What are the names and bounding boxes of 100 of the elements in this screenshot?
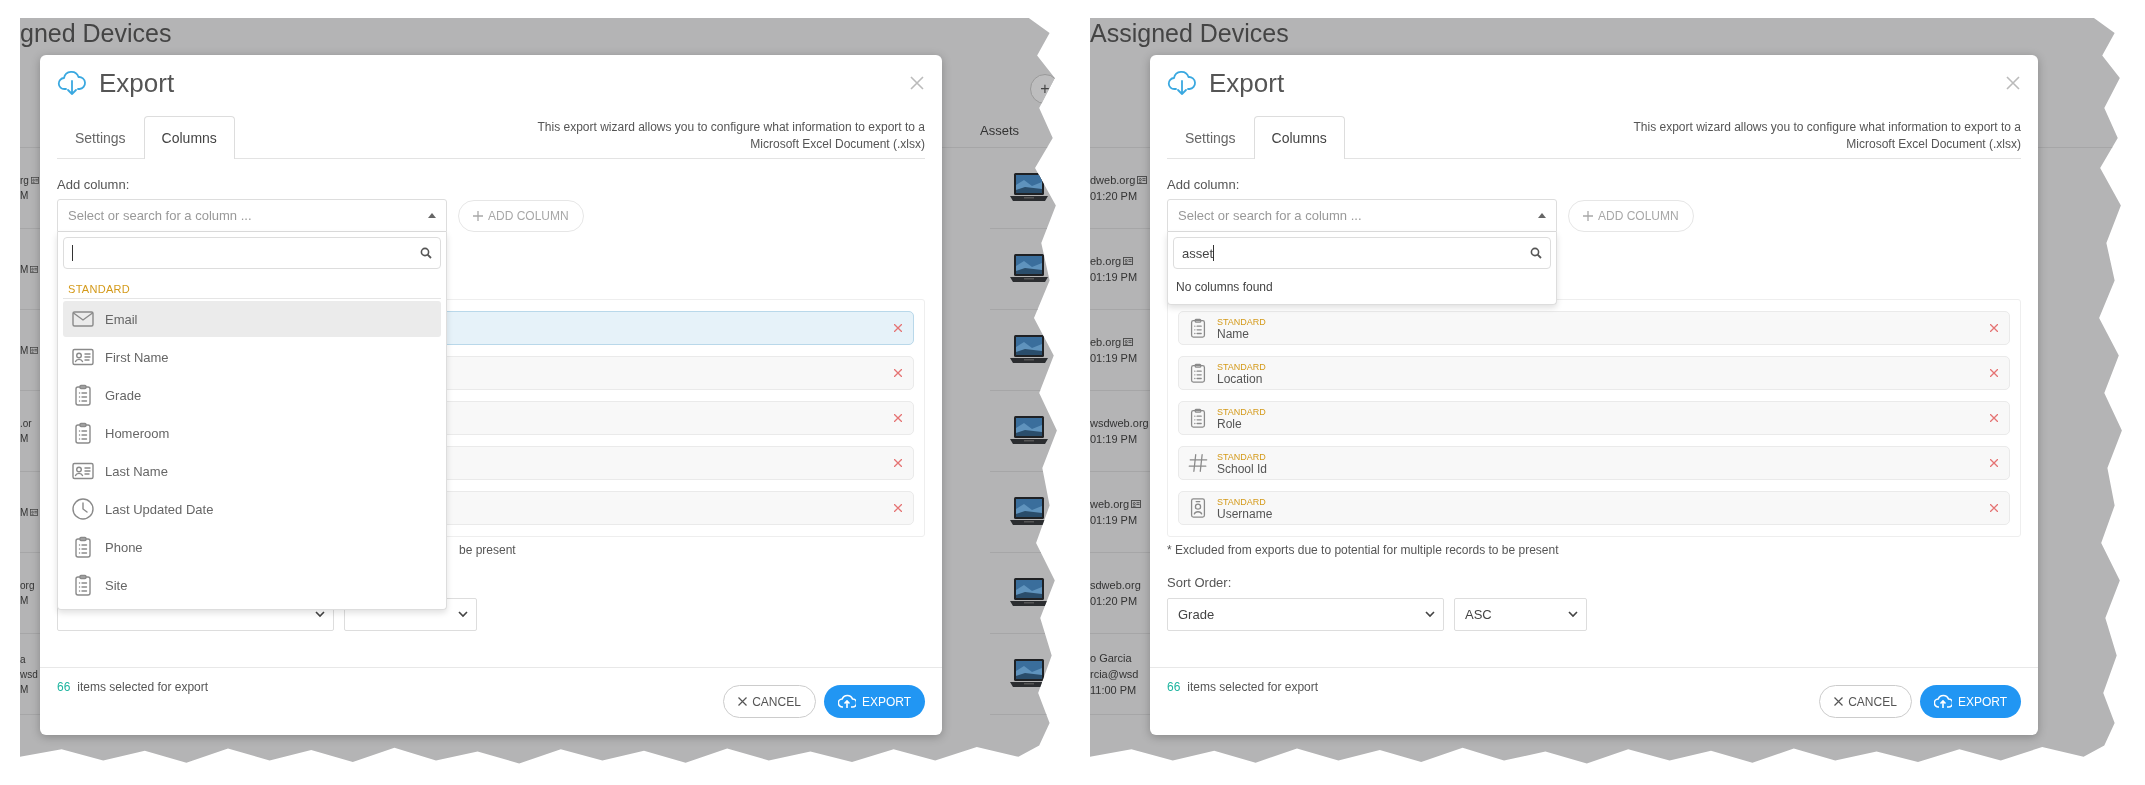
column-name: Name	[1217, 328, 1250, 340]
caret-icon	[428, 213, 436, 218]
dropdown-option[interactable]: Phone	[63, 529, 441, 565]
sort-direction-select[interactable]: ASC	[1454, 598, 1587, 631]
field-label: Add column:	[57, 177, 131, 192]
close-icon	[738, 697, 748, 706]
table-text: 01:20 PM	[1090, 190, 1138, 202]
hash-icon	[1187, 452, 1209, 474]
column-item[interactable]: STANDARD Role	[1178, 401, 2010, 435]
caret-icon	[1538, 213, 1546, 218]
dropdown-option[interactable]: Last Name	[63, 453, 441, 489]
close-icon	[894, 459, 902, 467]
table-text: web.org	[1090, 498, 1130, 510]
dropdown-option[interactable]: Site	[63, 567, 441, 603]
group-label: STANDARD	[63, 274, 441, 299]
close-icon[interactable]	[2005, 75, 2021, 91]
table-text: 01:19 PM	[1090, 352, 1138, 364]
cloud-upload-icon	[1933, 694, 1952, 709]
column-item[interactable]: STANDARD Location	[1178, 356, 2010, 390]
table-text: 01:19 PM	[1090, 514, 1138, 526]
table-text: o Garcia	[1090, 652, 1132, 664]
table-text: dweb.org	[1090, 174, 1136, 186]
table-text: org	[20, 580, 35, 591]
close-icon	[1834, 697, 1844, 706]
column-item[interactable]: STANDARD Username	[1178, 491, 2010, 525]
table-text: M	[20, 506, 29, 518]
column-name: Location	[1217, 373, 1264, 385]
table-text: M	[20, 595, 29, 606]
table-text: M	[20, 683, 29, 695]
remove-button[interactable]	[891, 366, 905, 380]
plus-icon	[473, 210, 483, 221]
group-label: STANDARD	[1217, 496, 1267, 508]
table-text: M	[20, 433, 29, 444]
table-text: 11:00 PM	[1090, 684, 1137, 696]
column-name: School Id	[1217, 463, 1268, 475]
close-icon	[1990, 414, 1998, 422]
group-label: STANDARD	[1217, 361, 1266, 373]
remove-button[interactable]	[1987, 366, 2001, 380]
dialog-title: Export	[1209, 67, 1285, 99]
tab[interactable]: Columns	[1253, 116, 1345, 159]
table-text: eb.org	[1090, 255, 1122, 267]
dialog-title: Export	[99, 67, 175, 99]
table-text: M	[20, 263, 29, 275]
group-label: STANDARD	[1217, 316, 1266, 328]
export-button[interactable]: EXPORT	[823, 685, 925, 718]
remove-button[interactable]	[1987, 456, 2001, 470]
tab[interactable]: Settings	[57, 116, 144, 159]
cancel-button[interactable]: CANCEL	[723, 685, 816, 718]
close-icon	[894, 504, 902, 512]
search-icon	[1530, 247, 1542, 259]
chevron-down-icon	[315, 611, 325, 618]
remove-button[interactable]	[891, 411, 905, 425]
dropdown-option[interactable]: Last Updated Date	[63, 491, 441, 527]
table-text: sdweb.org	[1090, 579, 1141, 591]
text-cursor	[72, 245, 73, 261]
column-name: Role	[1217, 418, 1243, 430]
close-icon[interactable]	[909, 75, 925, 91]
description-text: This export wizard allows you to configure what information to export to a Microsoft Excel Document (.xlsx)	[536, 118, 925, 153]
group-label: STANDARD	[1217, 406, 1266, 418]
table-text: 01:19 PM	[1090, 433, 1138, 445]
page-title: gned Devices	[20, 18, 173, 49]
column-header: Assets	[980, 123, 1019, 138]
remove-button[interactable]	[1987, 411, 2001, 425]
close-icon	[894, 414, 902, 422]
remove-button[interactable]	[891, 321, 905, 335]
search-field[interactable]: asset	[1173, 237, 1551, 269]
column-item[interactable]: STANDARD School Id	[1178, 446, 2010, 480]
dropdown-option[interactable]: Homeroom	[63, 415, 441, 451]
dropdown-option[interactable]: Email	[63, 301, 441, 337]
column-item[interactable]: STANDARD Name	[1178, 311, 2010, 345]
tab[interactable]: Columns	[143, 116, 235, 159]
cancel-button[interactable]: CANCEL	[1819, 685, 1912, 718]
footnote-text: be present	[459, 543, 516, 557]
chevron-down-icon	[458, 611, 468, 618]
chevron-down-icon	[1568, 611, 1578, 618]
remove-button[interactable]	[891, 501, 905, 515]
group-label: STANDARD	[1217, 451, 1267, 463]
field-label: Add column:	[1167, 177, 1241, 192]
column-name: Username	[1217, 508, 1273, 520]
table-text: .or	[20, 418, 32, 429]
search-icon	[420, 247, 432, 259]
clock-icon	[71, 497, 95, 521]
table-text: wsdweb.org	[1090, 417, 1149, 429]
selected-count: 66	[1167, 680, 1181, 696]
sort-field-select[interactable]: Grade	[1167, 598, 1444, 631]
table-text: 01:19 PM	[1090, 271, 1138, 283]
table-text: a	[20, 653, 26, 665]
dropdown-option[interactable]: First Name	[63, 339, 441, 375]
cloud-download-icon	[1167, 69, 1197, 97]
table-text: M	[20, 190, 29, 201]
tab[interactable]: Settings	[1167, 116, 1254, 159]
export-button[interactable]: EXPORT	[1919, 685, 2021, 718]
description-text: This export wizard allows you to configure what information to export to a Microsoft Excel Document (.xlsx)	[1632, 118, 2021, 153]
table-text: M	[20, 344, 29, 356]
remove-button[interactable]	[891, 456, 905, 470]
dropdown-option[interactable]: Grade	[63, 377, 441, 413]
remove-button[interactable]	[1987, 321, 2001, 335]
search-field[interactable]	[63, 237, 441, 269]
remove-button[interactable]	[1987, 501, 2001, 515]
table-text: rg	[20, 175, 29, 186]
